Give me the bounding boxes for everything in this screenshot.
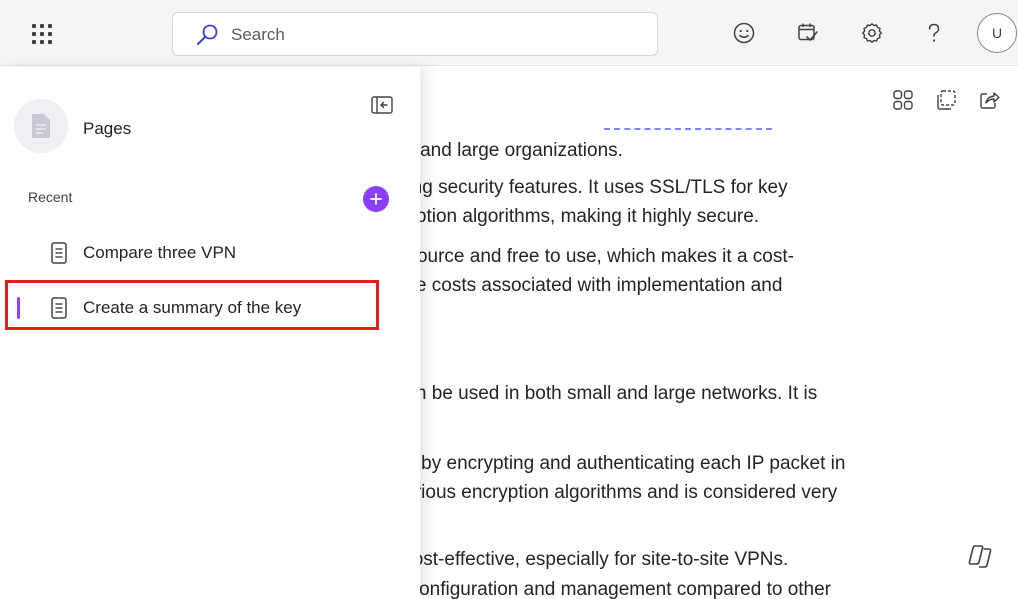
page-item-create-summary[interactable]: Create a summary of the key: [0, 286, 398, 330]
pages-document-icon: [32, 114, 50, 138]
dashed-underline: [604, 128, 772, 130]
calendar-check-icon[interactable]: [795, 20, 821, 46]
settings-gear-icon[interactable]: [859, 20, 885, 46]
page-document-icon: [51, 297, 67, 319]
help-icon[interactable]: [921, 20, 947, 46]
document-text-line: ncryption algorithms, making it highly s…: [380, 206, 760, 227]
share-icon[interactable]: [977, 88, 1001, 112]
document-text-line: en-source and free to use, which makes i…: [380, 246, 794, 267]
document-text-line: strong security features. It uses SSL/TL…: [380, 177, 788, 198]
copilot-icon[interactable]: [966, 542, 994, 570]
plus-icon: [370, 193, 382, 205]
search-input[interactable]: [231, 21, 631, 49]
document-text-line: d can be used in both small and large ne…: [380, 383, 818, 404]
page-document-icon: [51, 242, 67, 264]
recent-section-label: Recent: [28, 189, 73, 205]
document-text-line: urity by encrypting and authenticating e…: [380, 453, 846, 474]
apps-grid-icon[interactable]: [891, 88, 915, 112]
page-item-compare-three-vpn[interactable]: Compare three VPN: [0, 231, 398, 275]
collapse-panel-icon[interactable]: [370, 94, 394, 116]
search-box[interactable]: [172, 12, 658, 56]
avatar[interactable]: U: [977, 13, 1017, 53]
page-item-label: Compare three VPN: [83, 243, 237, 262]
add-page-button[interactable]: [363, 186, 389, 212]
document-text-line: ay be costs associated with implementati…: [380, 275, 783, 296]
selection-indicator: [17, 297, 20, 319]
pages-panel: Pages Recent Compare three VPN Create a …: [0, 67, 420, 599]
document-text-line: s various encryption algorithms and is c…: [380, 482, 838, 503]
panel-title: Pages: [83, 119, 132, 138]
page-item-label: Create a summary of the key: [83, 298, 302, 317]
copy-icon[interactable]: [934, 88, 958, 112]
pages-logo: [14, 99, 68, 153]
feedback-smiley-icon[interactable]: [731, 20, 757, 46]
document-text-line: lly cost-effective, especially for site-…: [380, 549, 789, 570]
document-text-line: lex configuration and management compare…: [380, 579, 831, 599]
app-launcher-icon[interactable]: [30, 22, 54, 46]
search-icon: [197, 24, 218, 45]
top-bar: U: [0, 0, 1018, 66]
